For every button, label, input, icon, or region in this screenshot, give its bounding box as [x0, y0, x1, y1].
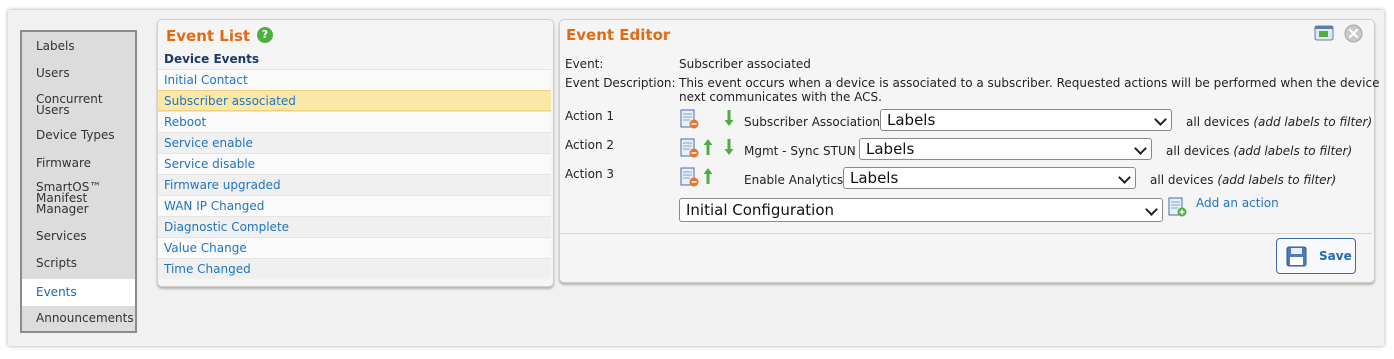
- action-2-select-value: Labels: [866, 140, 915, 158]
- sidebar-item-announcements[interactable]: Announcements: [22, 310, 135, 326]
- move-down-action-2-icon[interactable]: [724, 138, 734, 156]
- event-label: Event:: [565, 57, 604, 71]
- action-3-labels-select[interactable]: Labels: [843, 167, 1136, 189]
- event-item-wan-ip-changed[interactable]: WAN IP Changed: [158, 195, 551, 216]
- action-2-name: Mgmt - Sync STUN: [744, 144, 856, 158]
- action-2-label: Action 2: [565, 138, 615, 152]
- event-item-time-changed[interactable]: Time Changed: [158, 258, 551, 279]
- event-item-service-enable[interactable]: Service enable: [158, 132, 551, 153]
- device-events-header: Device Events: [164, 52, 260, 66]
- action-1-labels-select[interactable]: Labels: [880, 109, 1172, 131]
- new-action-select[interactable]: Initial Configuration: [679, 198, 1163, 222]
- action-3-label: Action 3: [565, 167, 615, 181]
- event-item-initial-contact[interactable]: Initial Contact: [158, 69, 551, 90]
- sidebar-item-labels[interactable]: Labels: [22, 38, 135, 54]
- action-1-select-value: Labels: [887, 111, 936, 129]
- sidebar-item-concurrent-users[interactable]: Concurrent Users: [22, 93, 122, 116]
- chevron-down-icon: [1118, 171, 1131, 184]
- sidebar-item-device-types[interactable]: Device Types: [22, 127, 135, 143]
- event-list-panel: Event List ? Device Events Initial Conta…: [157, 19, 554, 287]
- action-2-labels-select[interactable]: Labels: [859, 138, 1152, 160]
- action-3-scope: all devices (add labels to filter): [1150, 173, 1337, 187]
- close-icon[interactable]: [1344, 24, 1363, 43]
- save-label: Save: [1319, 249, 1352, 263]
- event-list-title: Event List: [166, 27, 251, 45]
- action-3-select-value: Labels: [850, 169, 899, 187]
- sidebar-item-users[interactable]: Users: [22, 65, 135, 81]
- sidebar-nav: Labels Users Concurrent Users Device Typ…: [20, 30, 137, 333]
- move-down-action-1-icon[interactable]: [724, 109, 734, 127]
- move-up-action-2-icon[interactable]: [703, 138, 713, 156]
- remove-action-3-icon[interactable]: [680, 167, 700, 188]
- floppy-disk-icon: [1286, 246, 1307, 267]
- event-item-reboot[interactable]: Reboot: [158, 111, 551, 132]
- sidebar-item-events[interactable]: Events: [22, 279, 135, 306]
- event-item-diagnostic-complete[interactable]: Diagnostic Complete: [158, 216, 551, 237]
- event-editor-title: Event Editor: [566, 26, 671, 44]
- action-1-label: Action 1: [565, 109, 615, 123]
- event-description-label: Event Description:: [565, 76, 676, 90]
- editor-footer-divider: [560, 233, 1372, 234]
- add-action-link[interactable]: Add an action: [1196, 196, 1279, 210]
- chevron-down-icon: [1134, 142, 1147, 155]
- remove-action-1-icon[interactable]: [680, 109, 700, 130]
- move-up-action-3-icon[interactable]: [703, 167, 713, 185]
- event-value: Subscriber associated: [679, 57, 811, 71]
- sidebar-item-firmware[interactable]: Firmware: [22, 155, 135, 171]
- sidebar-item-scripts[interactable]: Scripts: [22, 255, 135, 271]
- event-item-service-disable[interactable]: Service disable: [158, 153, 551, 174]
- chevron-down-icon: [1145, 203, 1158, 216]
- event-description-line1: This event occurs when a device is assoc…: [679, 76, 1380, 90]
- remove-action-2-icon[interactable]: [680, 138, 700, 159]
- event-item-firmware-upgraded[interactable]: Firmware upgraded: [158, 174, 551, 195]
- action-2-scope: all devices (add labels to filter): [1166, 144, 1353, 158]
- chevron-down-icon: [1154, 113, 1167, 126]
- window-icon[interactable]: [1314, 25, 1334, 41]
- save-button[interactable]: Save: [1276, 238, 1356, 274]
- action-1-name: Subscriber Association: [744, 115, 881, 129]
- add-action-icon[interactable]: [1168, 197, 1188, 218]
- event-item-subscriber-associated[interactable]: Subscriber associated: [158, 90, 551, 111]
- sidebar-item-services[interactable]: Services: [22, 228, 135, 244]
- action-1-scope: all devices (add labels to filter): [1186, 115, 1373, 129]
- help-icon[interactable]: ?: [257, 27, 273, 43]
- action-3-name: Enable Analytics: [744, 173, 844, 187]
- new-action-select-value: Initial Configuration: [686, 201, 835, 219]
- event-description-line2: next communicates with the ACS.: [679, 90, 882, 104]
- event-item-value-change[interactable]: Value Change: [158, 237, 551, 258]
- sidebar-item-manifest-manager[interactable]: SmartOS™ Manifest Manager: [22, 181, 118, 215]
